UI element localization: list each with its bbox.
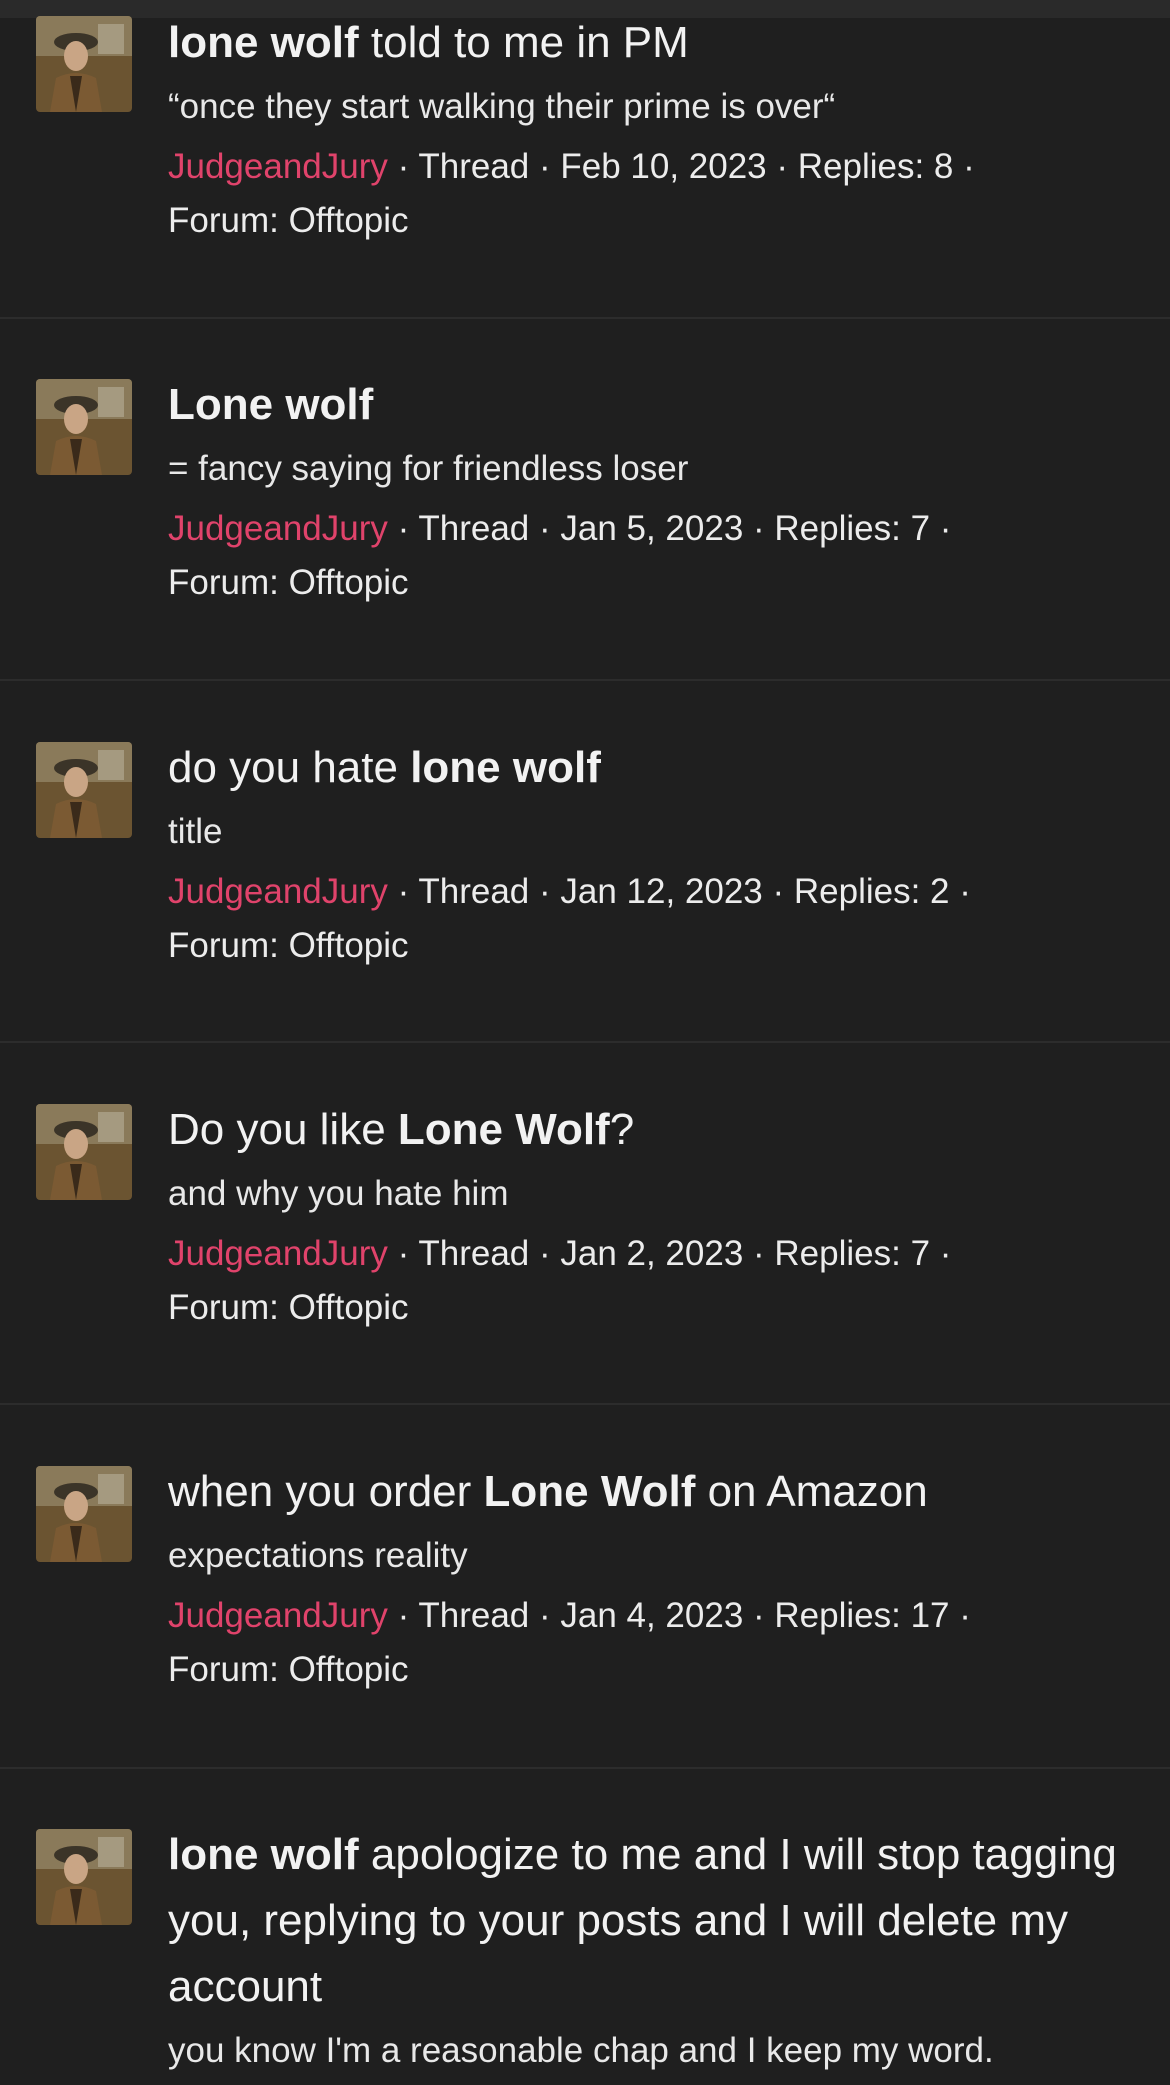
avatar-icon xyxy=(36,1466,132,1562)
forum-link[interactable]: Forum: Offtopic xyxy=(168,1650,409,1689)
result-snippet: “once they start walking their prime is … xyxy=(168,87,836,126)
search-result-item[interactable]: do you hate lone wolf title JudgeandJury… xyxy=(0,681,1170,1043)
title-highlight: lone wolf xyxy=(410,743,601,792)
search-result-item[interactable]: Lone wolf = fancy saying for friendless … xyxy=(0,319,1170,681)
result-snippet: title xyxy=(168,812,223,851)
user-avatar[interactable] xyxy=(36,1466,132,1562)
title-highlight: lone wolf xyxy=(168,18,359,67)
meta-details: · Thread · Jan 4, 2023 · Replies: 17 · xyxy=(387,1596,971,1635)
forum-link[interactable]: Forum: Offtopic xyxy=(168,926,409,965)
result-meta: JudgeandJury · Thread · Jan 2, 2023 · Re… xyxy=(168,1227,1128,1335)
result-title[interactable]: lone wolf told to me in PM xyxy=(168,10,1128,76)
author-link[interactable]: JudgeandJury xyxy=(168,509,388,548)
result-snippet: you know I'm a reasonable chap and I kee… xyxy=(168,2031,994,2070)
result-title[interactable]: Do you like Lone Wolf? xyxy=(168,1097,1128,1163)
meta-details: · Thread · Jan 2, 2023 · Replies: 7 · xyxy=(387,1234,952,1273)
avatar-icon xyxy=(36,379,132,475)
title-text: when you order xyxy=(168,1467,484,1516)
author-link[interactable]: JudgeandJury xyxy=(168,147,388,186)
title-text: on Amazon xyxy=(695,1467,928,1516)
title-text: Do you like xyxy=(168,1105,398,1154)
result-meta: JudgeandJury · Thread · Jan 5, 2023 · Re… xyxy=(168,502,1128,610)
result-title[interactable]: do you hate lone wolf xyxy=(168,735,1128,801)
title-highlight: lone wolf xyxy=(168,1830,359,1879)
user-avatar[interactable] xyxy=(36,742,132,838)
author-link[interactable]: JudgeandJury xyxy=(168,1234,388,1273)
search-result-item[interactable]: lone wolf apologize to me and I will sto… xyxy=(0,1769,1170,2085)
forum-link[interactable]: Forum: Offtopic xyxy=(168,201,409,240)
title-highlight: Lone wolf xyxy=(168,380,374,429)
result-meta: JudgeandJury · Thread · Feb 10, 2023 · R… xyxy=(168,140,1128,248)
user-avatar[interactable] xyxy=(36,16,132,112)
result-meta: JudgeandJury · Thread · Jan 12, 2023 · R… xyxy=(168,865,1128,973)
title-text: ? xyxy=(609,1105,635,1154)
result-snippet: expectations reality xyxy=(168,1536,468,1575)
search-result-item[interactable]: when you order Lone Wolf on Amazon expec… xyxy=(0,1405,1170,1769)
forum-link[interactable]: Forum: Offtopic xyxy=(168,1288,409,1327)
title-highlight: Lone Wolf xyxy=(483,1467,696,1516)
search-result-item[interactable]: lone wolf told to me in PM “once they st… xyxy=(0,0,1170,319)
avatar-icon xyxy=(36,16,132,112)
result-title[interactable]: Lone wolf xyxy=(168,372,1128,438)
result-snippet: and why you hate him xyxy=(168,1174,509,1213)
avatar-icon xyxy=(36,1104,132,1200)
avatar-icon xyxy=(36,1829,132,1925)
meta-details: · Thread · Feb 10, 2023 · Replies: 8 · xyxy=(387,147,975,186)
search-result-item[interactable]: Do you like Lone Wolf? and why you hate … xyxy=(0,1043,1170,1405)
user-avatar[interactable] xyxy=(36,1829,132,1925)
title-highlight: Lone Wolf xyxy=(397,1105,610,1154)
forum-link[interactable]: Forum: Offtopic xyxy=(168,563,409,602)
user-avatar[interactable] xyxy=(36,379,132,475)
result-title[interactable]: when you order Lone Wolf on Amazon xyxy=(168,1459,1128,1525)
user-avatar[interactable] xyxy=(36,1104,132,1200)
author-link[interactable]: JudgeandJury xyxy=(168,872,388,911)
result-snippet: = fancy saying for friendless loser xyxy=(168,449,689,488)
avatar-icon xyxy=(36,742,132,838)
result-title[interactable]: lone wolf apologize to me and I will sto… xyxy=(168,1822,1128,2020)
meta-details: · Thread · Jan 5, 2023 · Replies: 7 · xyxy=(387,509,952,548)
meta-details: · Thread · Jan 12, 2023 · Replies: 2 · xyxy=(387,872,971,911)
author-link[interactable]: JudgeandJury xyxy=(168,1596,388,1635)
result-meta: JudgeandJury · Thread · Jan 4, 2023 · Re… xyxy=(168,1589,1128,1697)
title-text: told to me in PM xyxy=(358,18,689,67)
title-text: do you hate xyxy=(168,743,411,792)
